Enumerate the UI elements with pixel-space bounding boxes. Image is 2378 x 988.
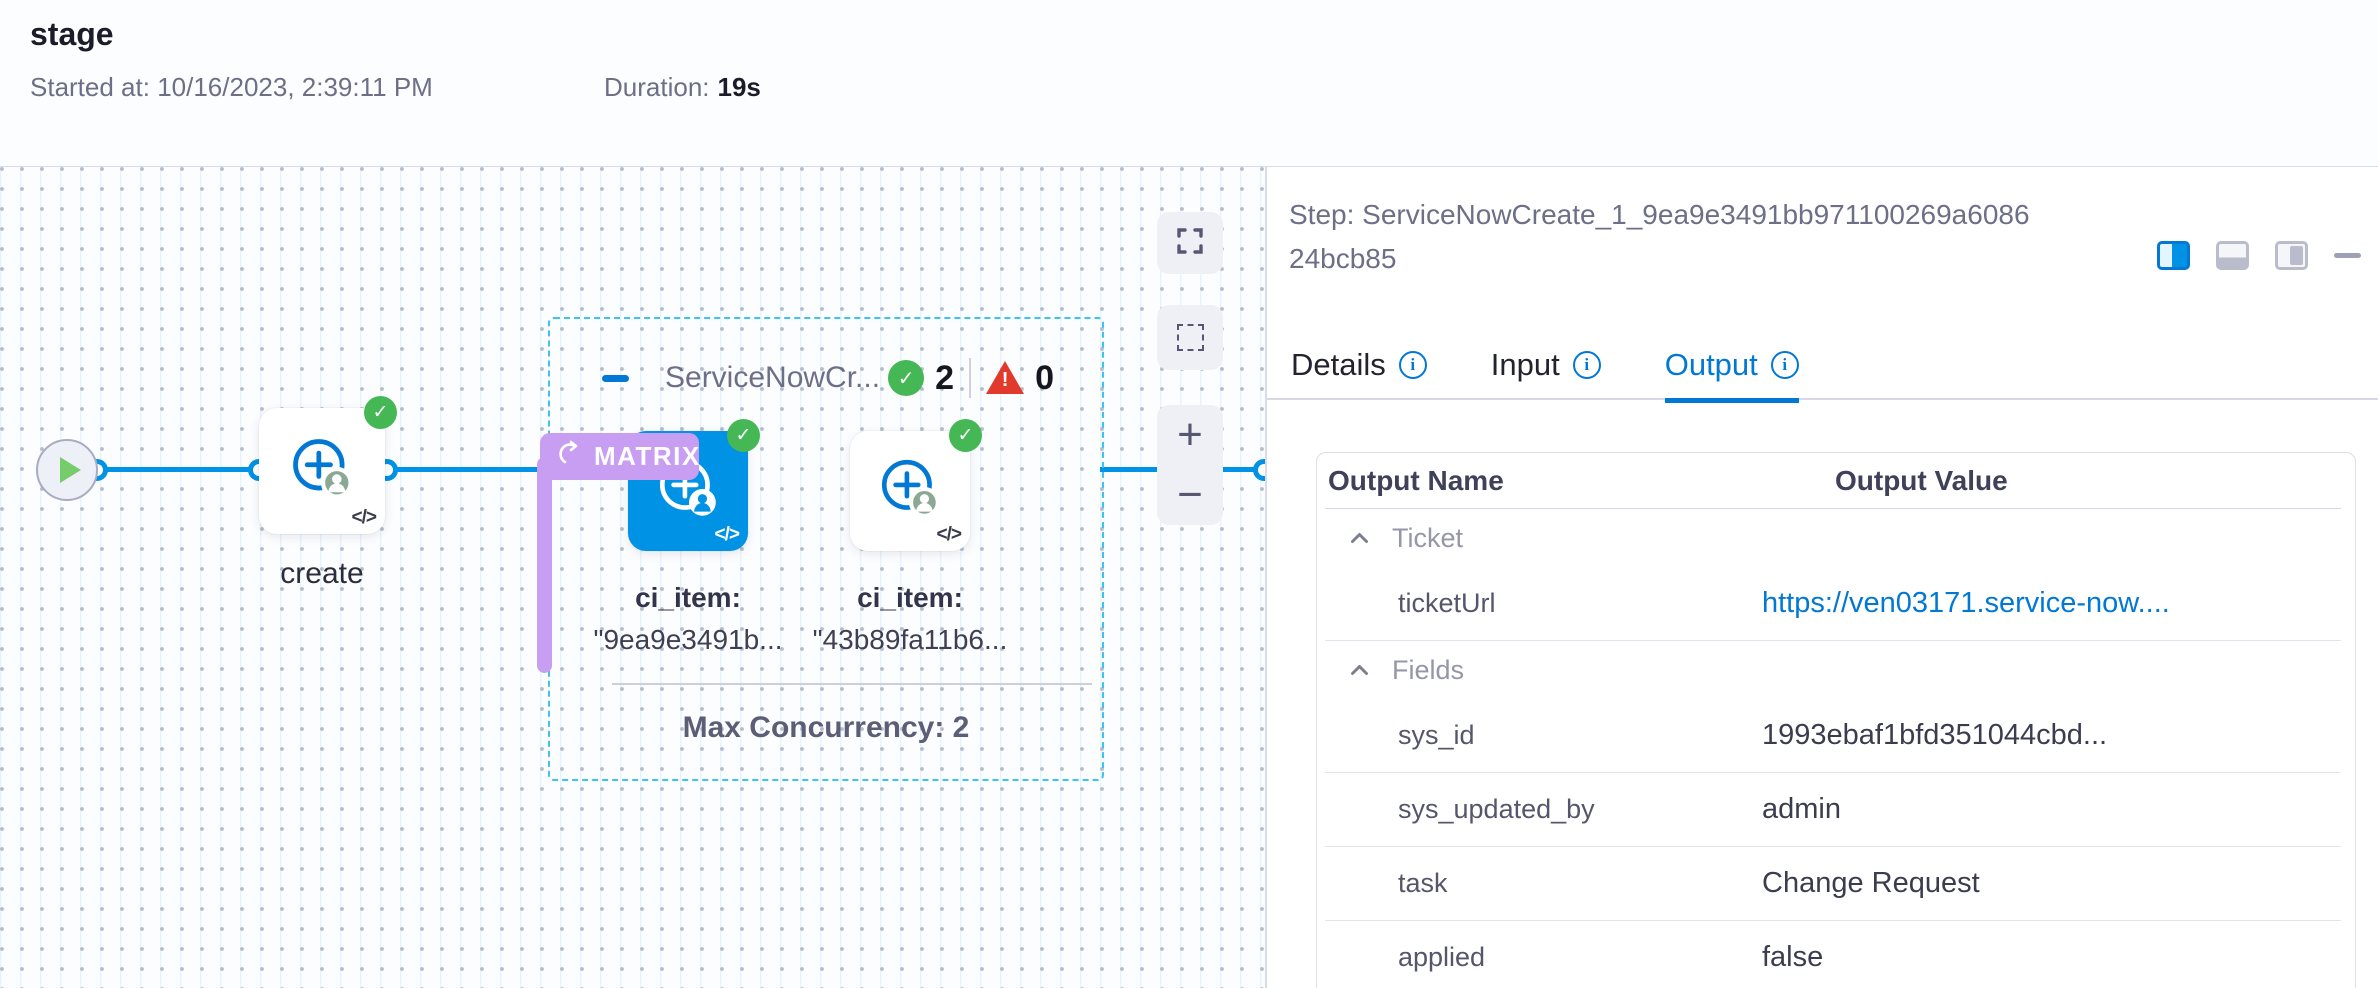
step-details-panel: Step: ServiceNowCreate_1_9ea9e3491bb9711… — [1267, 167, 2378, 988]
stage-header: stage Started at: 10/16/2023, 2:39:11 PM… — [0, 0, 2378, 167]
output-value-cell: 1993ebaf1bfd351044cbd... — [1762, 719, 2107, 752]
step-tabs: Details i Input i Output i — [1291, 347, 1799, 403]
matrix-loop-bar — [537, 457, 552, 673]
success-check-icon: ✓ — [949, 419, 982, 452]
output-value-cell: Change Request — [1762, 867, 1980, 900]
panel-divider — [1265, 167, 1267, 988]
output-group-row[interactable]: Fields — [1325, 641, 2341, 699]
info-icon[interactable]: i — [1399, 351, 1427, 379]
output-table-header: Output Name Output Value — [1325, 453, 2341, 509]
info-icon[interactable]: i — [1771, 351, 1799, 379]
fit-to-screen-button[interactable] — [1157, 212, 1223, 274]
step-heading: Step: ServiceNowCreate_1_9ea9e3491bb9711… — [1289, 193, 2031, 281]
step-label-create: create — [229, 557, 415, 591]
success-count: 2 — [935, 359, 954, 398]
page-title: stage — [30, 16, 114, 53]
tab-output[interactable]: Output i — [1665, 347, 1799, 403]
pipeline-canvas[interactable]: </> ✓ create ServiceNowCr... ✓ 2 ! 0 — [0, 167, 1265, 988]
output-table: Output Name Output Value Ticket ticketUr… — [1316, 452, 2356, 988]
output-name-cell: sys_updated_by — [1325, 794, 1762, 825]
output-group-label: Fields — [1392, 655, 1464, 686]
servicenow-create-icon — [875, 454, 945, 529]
output-value-cell: admin — [1762, 793, 1841, 826]
matrix-group-title: ServiceNowCr... — [665, 361, 880, 395]
edge-connector — [1253, 459, 1265, 481]
failure-warning-icon: ! — [986, 361, 1024, 395]
output-value-cell: false — [1762, 941, 1823, 974]
column-output-value: Output Value — [1835, 465, 2008, 497]
count-separator — [969, 358, 971, 398]
output-name-cell: applied — [1325, 942, 1762, 973]
dock-float-icon[interactable] — [2275, 241, 2308, 270]
chevron-up-icon — [1350, 664, 1369, 676]
matrix-footer-divider — [612, 683, 1092, 685]
servicenow-create-icon — [286, 433, 358, 510]
output-group-row[interactable]: Ticket — [1325, 509, 2341, 567]
tab-input[interactable]: Input i — [1491, 347, 1601, 403]
panel-layout-controls — [2157, 241, 2361, 270]
info-icon[interactable]: i — [1573, 351, 1601, 379]
dock-right-icon[interactable] — [2157, 241, 2190, 270]
matrix-node-2-label: ci_item: "43b89fa11b6... — [788, 577, 1032, 661]
matrix-group-header: ServiceNowCr... ✓ 2 ! 0 — [550, 353, 1102, 403]
stage-start-node[interactable] — [36, 439, 98, 501]
chevron-up-icon — [1350, 532, 1369, 544]
success-check-icon: ✓ — [727, 419, 760, 452]
zoom-controls: + − — [1157, 405, 1223, 525]
zoom-in-button[interactable]: + — [1157, 405, 1223, 465]
matrix-node-1-label: ci_item: "9ea9e3491b... — [566, 577, 810, 661]
dock-bottom-icon[interactable] — [2216, 241, 2249, 270]
duration-text: Duration:19s — [604, 72, 761, 103]
matrix-badge[interactable]: MATRIX — [540, 433, 699, 480]
edge-create-to-matrix — [386, 467, 554, 472]
collapse-minus-icon[interactable] — [602, 375, 629, 382]
code-glyph: </> — [352, 507, 376, 529]
output-data-row: sys_updated_by admin — [1325, 773, 2341, 847]
marquee-select-icon — [1177, 324, 1204, 351]
minimize-panel-icon[interactable] — [2334, 253, 2361, 258]
output-data-row: ticketUrl https://ven03171.service-now..… — [1325, 567, 2341, 641]
play-icon — [60, 457, 81, 483]
code-glyph: </> — [715, 524, 739, 546]
output-value-link[interactable]: https://ven03171.service-now.... — [1762, 587, 2170, 620]
output-group-label: Ticket — [1392, 523, 1463, 554]
marquee-select-button[interactable] — [1157, 305, 1223, 370]
started-at-text: Started at: 10/16/2023, 2:39:11 PM — [30, 72, 433, 103]
output-name-cell: sys_id — [1325, 720, 1762, 751]
matrix-status-counts: ✓ 2 ! 0 — [888, 358, 1054, 398]
edge-start-to-create — [95, 467, 261, 472]
output-table-body: Ticket ticketUrl https://ven03171.servic… — [1317, 509, 2355, 988]
failure-count: 0 — [1035, 359, 1054, 398]
output-name-cell: ticketUrl — [1325, 588, 1762, 619]
loop-icon — [554, 440, 584, 473]
output-data-row: applied false — [1325, 921, 2341, 988]
matrix-badge-label: MATRIX — [594, 441, 701, 472]
matrix-group[interactable]: ServiceNowCr... ✓ 2 ! 0 — [548, 317, 1104, 781]
output-data-row: sys_id 1993ebaf1bfd351044cbd... — [1325, 699, 2341, 773]
column-output-name: Output Name — [1325, 465, 1835, 497]
duration-value: 19s — [718, 72, 761, 102]
success-check-icon: ✓ — [364, 396, 397, 429]
max-concurrency-label: Max Concurrency: 2 — [550, 711, 1102, 745]
output-data-row: task Change Request — [1325, 847, 2341, 921]
success-check-icon: ✓ — [888, 360, 924, 396]
step-name: ServiceNowCreate_1_9ea9e3491bb971100269a… — [1289, 199, 2030, 274]
step-node-create[interactable]: </> ✓ — [259, 408, 385, 534]
matrix-step-node-2[interactable]: </> ✓ — [850, 431, 970, 551]
tab-details[interactable]: Details i — [1291, 347, 1427, 403]
code-glyph: </> — [937, 524, 961, 546]
zoom-out-button[interactable]: − — [1157, 465, 1223, 525]
output-name-cell: task — [1325, 868, 1762, 899]
fullscreen-icon — [1176, 227, 1204, 260]
